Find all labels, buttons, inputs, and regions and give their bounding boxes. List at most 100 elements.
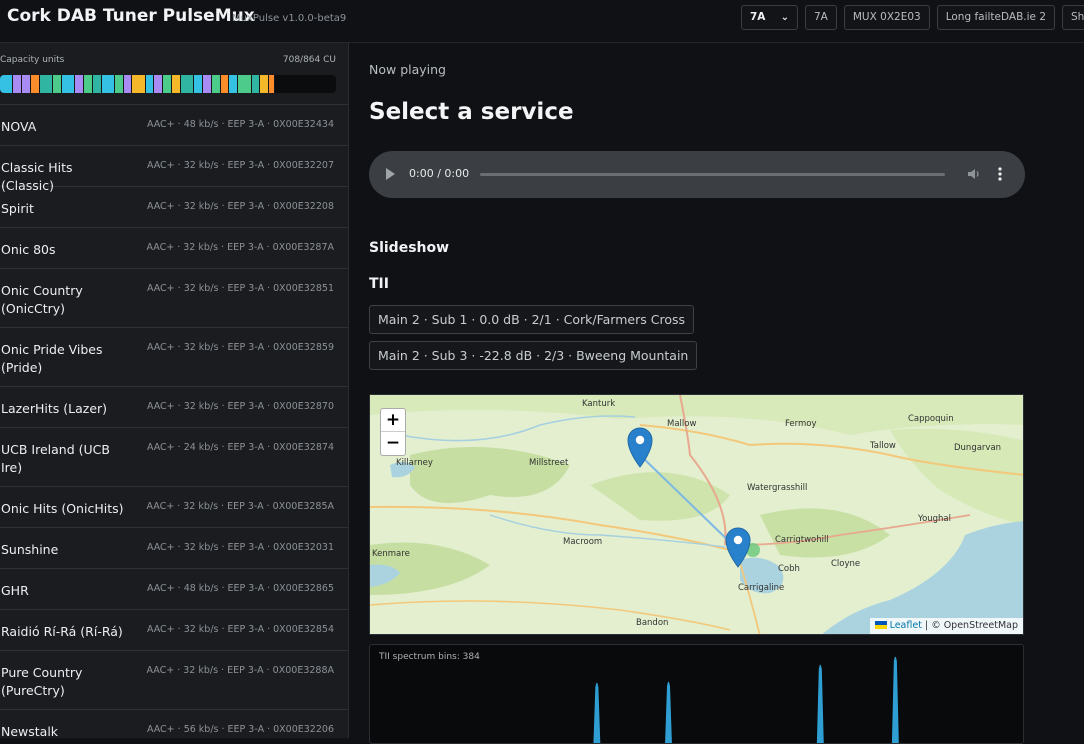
- service-info: AAC+ · 32 kb/s · EEP 3-A · 0X00E32208: [146, 201, 334, 212]
- spectrum-peak: [665, 681, 672, 743]
- service-list-item[interactable]: Onic 80s AAC+ · 32 kb/s · EEP 3-A · 0X00E…: [0, 228, 348, 269]
- service-name: Onic Pride Vibes (Pride): [1, 342, 103, 375]
- capacity-segment: [145, 75, 155, 93]
- service-info: AAC+ · 32 kb/s · EEP 3-A · 0X00E32870: [146, 401, 334, 412]
- channel-chip: 7A: [805, 5, 837, 30]
- tii-heading: TII: [369, 276, 389, 292]
- now-playing-label: Now playing: [369, 62, 446, 77]
- short-label-chip: Sh: [1062, 5, 1084, 30]
- top-bar: Cork DAB Tuner PulseMux MuxPulse v1.0.0-…: [0, 0, 1084, 43]
- service-info: AAC+ · 32 kb/s · EEP 3-A · 0X00E32854: [146, 624, 334, 635]
- top-controls: 7A ⌄ 7A MUX 0X2E03 Long failteDAB.ie 2 S…: [741, 5, 1084, 30]
- capacity-segment: [203, 75, 212, 93]
- map-place-label: Bandon: [636, 618, 669, 628]
- leaflet-link[interactable]: Leaflet: [890, 620, 922, 631]
- channel-select[interactable]: 7A ⌄: [741, 5, 798, 30]
- audio-player[interactable]: 0:00 / 0:00: [369, 151, 1025, 198]
- map-place-label: Fermoy: [785, 419, 817, 429]
- service-list-item[interactable]: Spirit AAC+ · 32 kb/s · EEP 3-A · 0X00E32…: [0, 187, 348, 228]
- map-place-label: Cloyne: [831, 559, 861, 569]
- capacity-segment: [75, 75, 84, 93]
- capacity-segment: [251, 75, 261, 93]
- map-place-label: Kanturk: [582, 399, 616, 409]
- capacity-segment: [211, 75, 221, 93]
- spectrum-peak: [891, 656, 899, 743]
- map-place-label: Tallow: [870, 441, 896, 451]
- service-list-item[interactable]: GHR AAC+ · 48 kb/s · EEP 3-A · 0X00E32865: [0, 569, 348, 610]
- player-time: 0:00 / 0:00: [409, 167, 470, 180]
- map-place-label: Killarney: [396, 458, 433, 468]
- channel-select-value: 7A: [750, 11, 766, 23]
- service-list-item[interactable]: Onic Pride Vibes (Pride) AAC+ · 32 kb/s ·…: [0, 328, 348, 387]
- capacity-segment: [229, 75, 239, 93]
- osm-attribution: © OpenStreetMap: [931, 620, 1018, 631]
- service-title: Select a service: [369, 99, 574, 125]
- capacity-segment: [83, 75, 93, 93]
- spectrum-peak: [593, 682, 601, 743]
- service-name: Pure Country (PureCtry): [1, 665, 83, 698]
- map-place-label: Carrigaline: [738, 583, 785, 593]
- service-info: AAC+ · 32 kb/s · EEP 3-A · 0X00E3285A: [146, 501, 335, 512]
- capacity-panel: Capacity units 708/864 CU: [0, 43, 348, 105]
- map-place-label: Macroom: [563, 537, 603, 547]
- capacity-value: 708/864 CU: [282, 55, 336, 65]
- capacity-segment: [260, 75, 270, 93]
- spectrum-plot: [593, 656, 899, 743]
- capacity-segment: [61, 75, 76, 93]
- capacity-segment: [172, 75, 181, 93]
- capacity-segment: [123, 75, 133, 93]
- zoom-out-button[interactable]: −: [381, 432, 405, 455]
- map-place-label: Dungarvan: [954, 443, 1002, 453]
- slideshow-heading: Slideshow: [369, 240, 450, 256]
- app-version: MuxPulse v1.0.0-beta9: [232, 13, 347, 24]
- service-name: Onic 80s: [1, 242, 56, 257]
- service-name: LazerHits (Lazer): [1, 401, 108, 416]
- transmitter-map[interactable]: Kanturk Mallow Fermoy Cappoquin Killarne…: [369, 394, 1024, 635]
- map-zoom-control: + −: [380, 408, 406, 456]
- service-name: UCB Ireland (UCB Ire): [1, 442, 110, 475]
- service-name: Onic Country (OnicCtry): [1, 283, 83, 316]
- service-info: AAC+ · 32 kb/s · EEP 3-A · 0X00E32031: [146, 542, 334, 553]
- map-place-label: Carrigtwohill: [775, 535, 829, 545]
- attribution-separator: |: [921, 620, 932, 631]
- seek-bar[interactable]: [480, 173, 945, 176]
- chevron-down-icon: ⌄: [780, 12, 789, 23]
- service-info: AAC+ · 32 kb/s · EEP 3-A · 0X00E32859: [146, 342, 334, 353]
- play-icon[interactable]: [386, 168, 395, 180]
- service-info: AAC+ · 32 kb/s · EEP 3-A · 0X00E3287A: [146, 242, 335, 253]
- capacity-segment: [13, 75, 23, 93]
- service-list-item[interactable]: Newstalk AAC+ · 56 kb/s · EEP 3-A · 0X00E…: [0, 710, 348, 738]
- service-list-item[interactable]: Raidió Rí-Rá (Rí-Rá) AAC+ · 32 kb/s · EEP…: [0, 610, 348, 651]
- service-list-item[interactable]: Onic Hits (OnicHits) AAC+ · 32 kb/s · EEP…: [0, 487, 348, 528]
- map-attribution: Leaflet | © OpenStreetMap: [869, 618, 1023, 634]
- service-name: Onic Hits (OnicHits): [1, 501, 124, 516]
- service-name: Sunshine: [1, 542, 59, 557]
- service-list-item[interactable]: Onic Country (OnicCtry) AAC+ · 32 kb/s · …: [0, 269, 348, 328]
- service-info: AAC+ · 48 kb/s · EEP 3-A · 0X00E32434: [146, 119, 334, 130]
- service-name: Raidió Rí-Rá (Rí-Rá): [1, 624, 123, 639]
- tii-spectrum: TII spectrum bins: 384: [369, 644, 1024, 744]
- mux-id-chip: MUX 0X2E03: [843, 5, 930, 30]
- capacity-segment: [0, 75, 14, 93]
- service-name: Newstalk: [1, 724, 59, 738]
- service-name: Spirit: [1, 201, 34, 216]
- zoom-in-button[interactable]: +: [381, 409, 405, 432]
- capacity-segment: [194, 75, 203, 93]
- volume-icon[interactable]: [966, 166, 982, 182]
- service-info: AAC+ · 56 kb/s · EEP 3-A · 0X00E32206: [146, 724, 334, 735]
- map-place-label: Youghal: [918, 514, 952, 524]
- capacity-segment: [163, 75, 173, 93]
- capacity-segment: [39, 75, 53, 93]
- map-place-label: Kenmare: [372, 549, 410, 559]
- map-place-label: Cappoquin: [908, 414, 954, 424]
- service-list-item[interactable]: UCB Ireland (UCB Ire) AAC+ · 24 kb/s · EE…: [0, 428, 348, 487]
- service-list-item[interactable]: Pure Country (PureCtry) AAC+ · 32 kb/s · …: [0, 651, 348, 710]
- capacity-segment: [238, 75, 252, 93]
- service-list-item[interactable]: NOVA AAC+ · 48 kb/s · EEP 3-A · 0X00E3243…: [0, 105, 348, 146]
- service-name: NOVA: [1, 119, 37, 134]
- map-place-label: Watergrasshill: [747, 483, 808, 493]
- more-options-icon[interactable]: [997, 166, 1003, 182]
- service-list-item[interactable]: Classic Hits (Classic) AAC+ · 32 kb/s · E…: [0, 146, 348, 193]
- service-list-item[interactable]: LazerHits (Lazer) AAC+ · 32 kb/s · EEP 3-…: [0, 387, 348, 428]
- service-list-item[interactable]: Sunshine AAC+ · 32 kb/s · EEP 3-A · 0X00E…: [0, 528, 348, 569]
